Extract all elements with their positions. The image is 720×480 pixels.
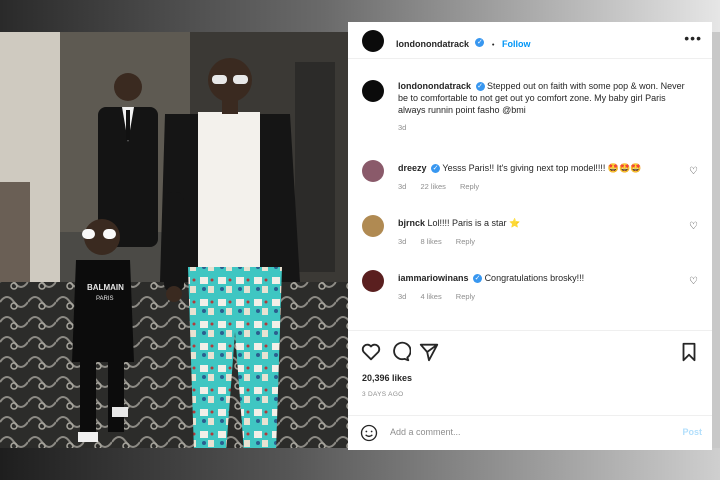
comment-meta: 3d 22 likes Reply [398, 182, 491, 191]
comment-text: Lol!!!! Paris is a star ⭐ [427, 218, 521, 228]
comment-likes[interactable]: 8 likes [420, 237, 441, 246]
comment-icon[interactable] [389, 341, 411, 363]
shirt-logo-text: BALMAIN [87, 283, 124, 292]
comment-body: bjrnck Lol!!!! Paris is a star ⭐ [398, 218, 678, 229]
caption-username[interactable]: londonondatrack [398, 81, 471, 91]
comment-input[interactable]: Add a comment... [390, 427, 461, 437]
heart-icon[interactable] [360, 341, 382, 363]
comment-age: 3d [398, 237, 407, 246]
reply-button[interactable]: Reply [456, 292, 475, 301]
commenter-verified-icon: ✓ [473, 274, 483, 284]
reply-button[interactable]: Reply [460, 182, 479, 191]
comment-text: Congratulations brosky!!! [484, 273, 585, 283]
comment-body: iammariowinans ✓ Congratulations brosky!… [398, 273, 678, 284]
comment-age: 3d [398, 182, 407, 191]
commenter-username[interactable]: bjrnck [398, 218, 425, 228]
post-photo[interactable]: BALMAIN PARIS [0, 32, 348, 448]
commenter-avatar[interactable] [362, 160, 384, 182]
header-identity: londonondatrack ✓ • Follow [396, 34, 531, 52]
comment-likes[interactable]: 22 likes [420, 182, 445, 191]
comment-heart-icon[interactable]: ♡ [689, 276, 698, 287]
more-options-icon[interactable]: ••• [684, 30, 702, 46]
add-comment-bar: Add a comment... Post [348, 415, 712, 451]
header-separator: • [491, 40, 495, 49]
follow-button[interactable]: Follow [502, 39, 531, 49]
post-header: londonondatrack ✓ • Follow ••• [348, 22, 712, 59]
commenter-verified-icon: ✓ [431, 164, 441, 174]
commenter-username[interactable]: iammariowinans [398, 273, 469, 283]
verified-badge-icon: ✓ [475, 38, 485, 48]
commenter-username[interactable]: dreezy [398, 163, 427, 173]
post-caption: londonondatrack ✓ Stepped out on faith w… [398, 80, 688, 134]
comment-meta: 3d 4 likes Reply [398, 292, 487, 301]
caption-age: 3d [398, 123, 407, 132]
likes-count[interactable]: 20,396 likes [362, 373, 412, 383]
caption-verified-icon: ✓ [475, 82, 485, 92]
comment-heart-icon[interactable]: ♡ [689, 166, 698, 177]
comment-heart-icon[interactable]: ♡ [689, 221, 698, 232]
comment-likes[interactable]: 4 likes [420, 292, 441, 301]
comment-meta: 3d 8 likes Reply [398, 237, 487, 246]
reply-button[interactable]: Reply [456, 237, 475, 246]
share-icon[interactable] [418, 341, 440, 363]
comment-age: 3d [398, 292, 407, 301]
author-avatar[interactable] [362, 30, 384, 52]
screenshot-right-blur [712, 32, 720, 448]
smiley-icon[interactable] [360, 424, 378, 442]
post-photo-illustration: BALMAIN PARIS [0, 32, 348, 448]
commenter-avatar[interactable] [362, 270, 384, 292]
post-details-panel: londonondatrack ✓ • Follow ••• londonond… [348, 22, 712, 450]
screenshot-bottom-blur [0, 448, 720, 480]
shirt-logo-subtext: PARIS [96, 296, 114, 302]
author-username[interactable]: londonondatrack [396, 39, 469, 49]
comment-body: dreezy ✓ Yesss Paris!! It's giving next … [398, 163, 678, 174]
caption-avatar[interactable] [362, 80, 384, 102]
post-date: 3 DAYS AGO [362, 391, 404, 398]
comment-text: Yesss Paris!! It's giving next top model… [442, 163, 642, 173]
post-comment-button[interactable]: Post [682, 427, 702, 437]
commenter-avatar[interactable] [362, 215, 384, 237]
bookmark-icon[interactable] [678, 341, 700, 363]
